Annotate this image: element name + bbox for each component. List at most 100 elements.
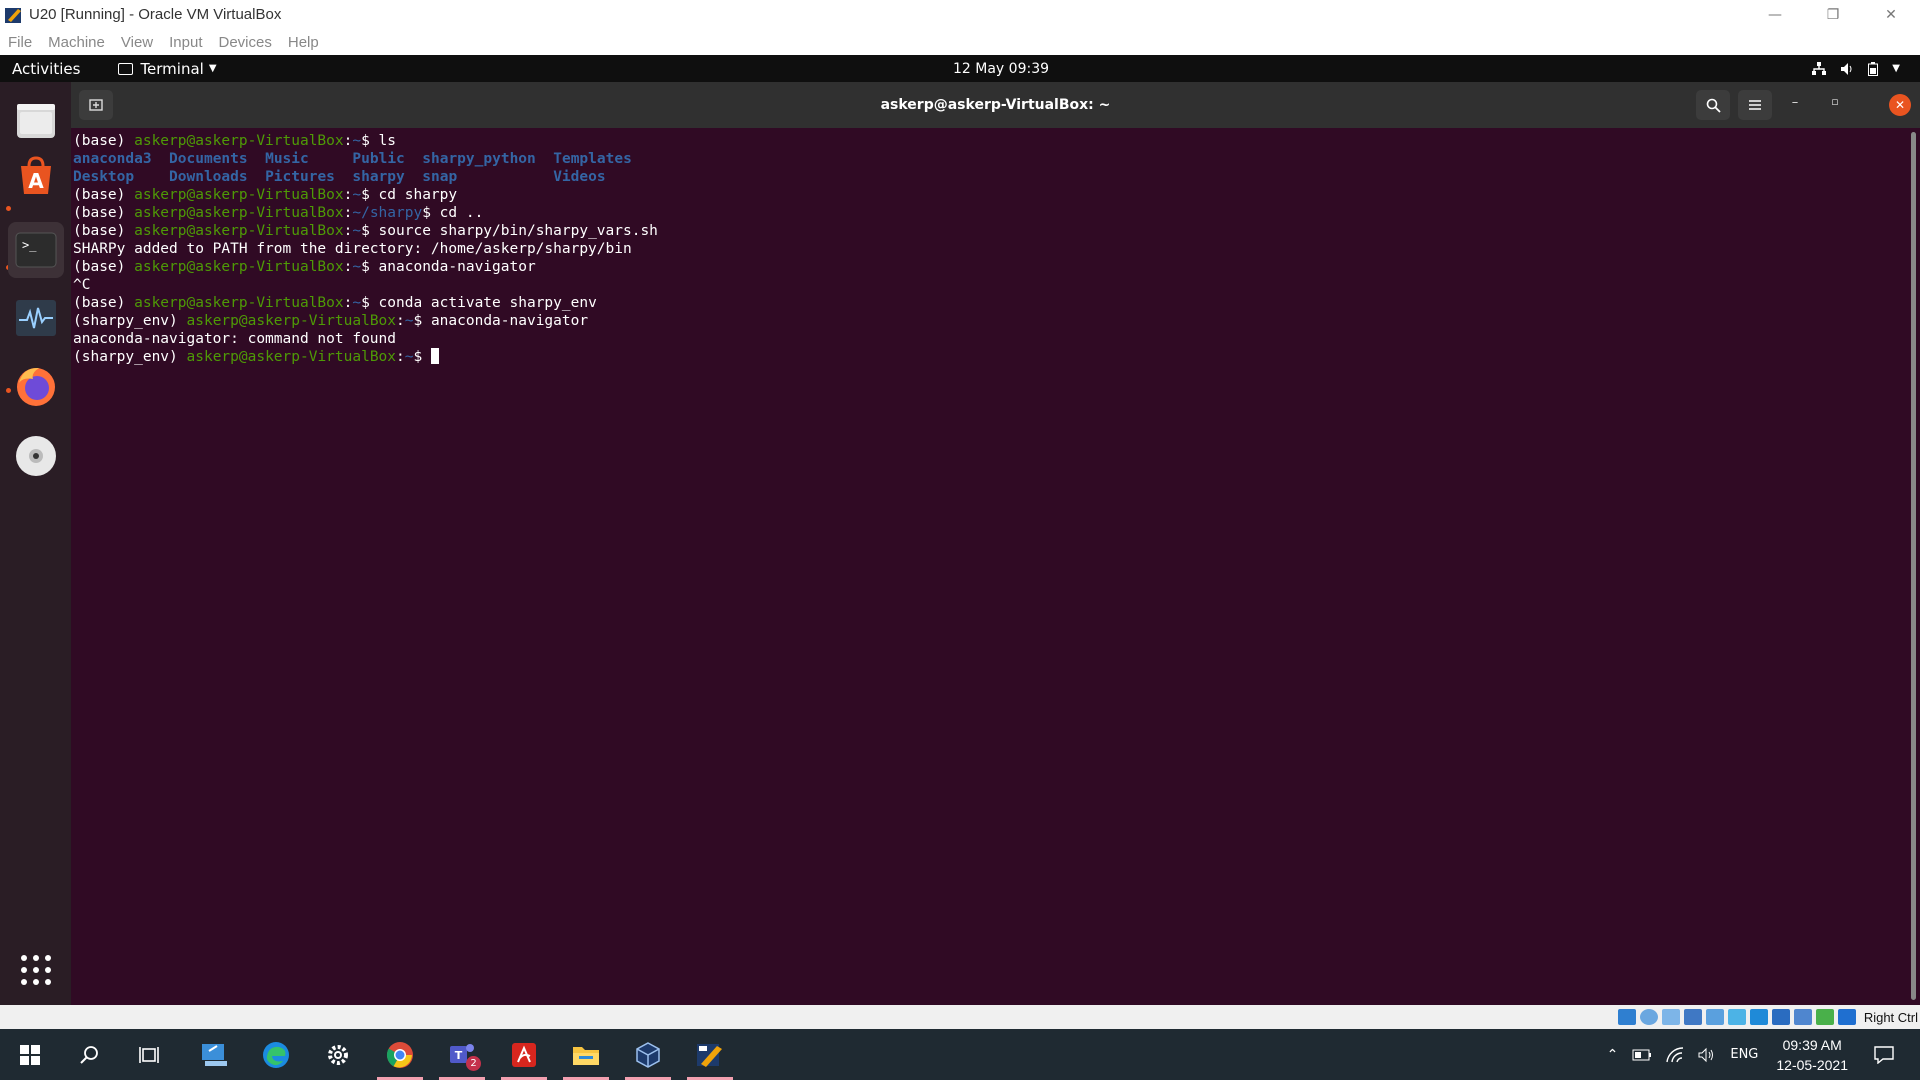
search-button[interactable] — [1696, 90, 1730, 120]
harddisk-status-icon[interactable] — [1617, 1009, 1636, 1025]
terminal-line: (base) askerp@askerp-VirtualBox:~$ cd sh… — [73, 186, 658, 204]
volume-icon[interactable] — [1698, 1047, 1716, 1063]
terminal-text-span: anaconda-navigator: command not found — [73, 331, 397, 347]
vt-x-status-icon[interactable] — [1793, 1009, 1812, 1025]
svg-text:>_: >_ — [22, 238, 37, 252]
windows-logo-icon — [20, 1044, 40, 1065]
menu-help[interactable]: Help — [288, 34, 319, 51]
terminal-line: (sharpy_env) askerp@askerp-VirtualBox:~$ — [73, 348, 658, 366]
close-button[interactable]: ✕ — [1862, 0, 1920, 29]
virtualbox-taskbar-app[interactable] — [622, 1029, 674, 1080]
taskbar-clock[interactable]: 09:39 AM 12-05-2021 — [1776, 1035, 1848, 1075]
virtualbox-cube-icon — [636, 1041, 660, 1068]
network-status-icon[interactable] — [1683, 1009, 1702, 1025]
terminal-text-span — [536, 151, 553, 167]
mouse-integration-status-icon[interactable] — [1815, 1009, 1834, 1025]
minimize-button[interactable]: — — [1746, 0, 1804, 29]
terminal-text-span: sharpy — [352, 169, 405, 185]
menu-file[interactable]: File — [8, 34, 32, 51]
search-taskbar-button[interactable] — [64, 1029, 116, 1080]
terminal-text-span: (base) — [73, 223, 135, 239]
terminal-text-span: ~ — [352, 259, 362, 275]
chrome-icon — [386, 1041, 413, 1068]
folder-icon — [573, 1046, 599, 1065]
search-icon — [1706, 98, 1721, 113]
vbox-statusbar: Right Ctrl — [0, 1005, 1920, 1029]
terminal-line: anaconda3 Documents Music Public sharpy_… — [73, 150, 658, 168]
clock[interactable]: 12 May 09:39 — [953, 61, 1049, 77]
restore-button[interactable]: ❐ — [1804, 0, 1862, 29]
terminal-text-span: ~ — [352, 223, 362, 239]
terminal-minimize-button[interactable]: – — [1785, 95, 1805, 110]
teams-notification-badge: 2 — [466, 1056, 481, 1071]
terminal-text-span — [335, 169, 352, 185]
dock-disc[interactable] — [8, 428, 64, 484]
menu-input[interactable]: Input — [169, 34, 202, 51]
chrome-taskbar-app[interactable] — [374, 1029, 426, 1080]
notifications-icon[interactable] — [1874, 1045, 1894, 1064]
dock-files[interactable] — [8, 92, 64, 148]
terminal-text-span: anaconda3 — [73, 151, 152, 167]
terminal-text-span: askerp@askerp-VirtualBox — [134, 133, 344, 149]
terminal-maximize-button[interactable]: ▫ — [1825, 95, 1845, 108]
show-hidden-icons-chevron-icon[interactable]: ⌃ — [1607, 1047, 1619, 1063]
task-view-icon — [139, 1046, 159, 1063]
dock-terminal[interactable]: >_ — [8, 222, 64, 278]
terminal-text-span: (sharpy_env) — [73, 349, 187, 365]
terminal-close-button[interactable]: ✕ — [1889, 94, 1911, 116]
wifi-icon[interactable] — [1666, 1046, 1684, 1063]
optical-drive-status-icon[interactable] — [1639, 1009, 1658, 1025]
acrobat-taskbar-app[interactable] — [498, 1029, 550, 1080]
terminal-text-span — [134, 169, 169, 185]
terminal-text-span: Templates — [553, 151, 632, 167]
host-key-label: Right Ctrl — [1863, 1009, 1918, 1025]
terminal-text-span: ~ — [352, 187, 362, 203]
svg-text:A: A — [28, 169, 44, 193]
terminal-line: Desktop Downloads Pictures sharpy snap V… — [73, 168, 658, 186]
system-menu[interactable]: ▼ — [1812, 61, 1900, 76]
usb-status-icon[interactable] — [1705, 1009, 1724, 1025]
terminal-text-span: (sharpy_env) — [73, 313, 187, 329]
virtualbox-vm-taskbar-app[interactable] — [684, 1029, 736, 1080]
file-explorer-taskbar-app[interactable] — [560, 1029, 612, 1080]
input-language[interactable]: ENG — [1730, 1047, 1758, 1062]
menu-view[interactable]: View — [121, 34, 153, 51]
terminal-text-span — [405, 151, 422, 167]
terminal-text-span: askerp@askerp-VirtualBox — [186, 349, 397, 365]
terminal-text-span: ~ — [352, 295, 362, 311]
app-menu[interactable]: Terminal ▼ — [118, 60, 217, 78]
display-status-icon[interactable] — [1749, 1009, 1768, 1025]
dock-system-monitor[interactable] — [8, 290, 64, 346]
terminal-text-span: $ cd sharpy — [361, 187, 458, 203]
menu-machine[interactable]: Machine — [48, 34, 105, 51]
show-applications-button[interactable] — [8, 942, 64, 998]
hamburger-menu-button[interactable] — [1738, 90, 1772, 120]
edge-taskbar-app[interactable] — [250, 1029, 302, 1080]
keyboard-capture-status-icon[interactable] — [1837, 1009, 1856, 1025]
disc-icon — [16, 436, 56, 476]
terminal-icon — [118, 62, 134, 75]
ubuntu-dock: A >_ — [0, 82, 71, 1005]
audio-status-icon[interactable] — [1661, 1009, 1680, 1025]
recording-status-icon[interactable] — [1771, 1009, 1790, 1025]
menu-devices[interactable]: Devices — [219, 34, 272, 51]
dock-firefox[interactable] — [8, 358, 64, 414]
terminal-text-span: askerp@askerp-VirtualBox — [134, 223, 344, 239]
shared-folders-status-icon[interactable] — [1727, 1009, 1746, 1025]
terminal-text-span: Public — [352, 151, 405, 167]
dock-ubuntu-software[interactable]: A — [8, 148, 64, 204]
terminal-text-span: askerp@askerp-VirtualBox — [134, 187, 344, 203]
svg-text:T: T — [455, 1049, 463, 1062]
terminal-line: anaconda-navigator: command not found — [73, 330, 658, 348]
activities-button[interactable]: Activities — [12, 60, 80, 78]
terminal-text-span — [248, 151, 265, 167]
teams-taskbar-app[interactable]: T 2 — [436, 1029, 488, 1080]
battery-icon[interactable] — [1632, 1049, 1652, 1061]
terminal-body[interactable]: (base) askerp@askerp-VirtualBox:~$ ls ana… — [71, 128, 1920, 1005]
terminal-text-span: ~/sharpy — [352, 205, 423, 221]
terminal-scrollbar[interactable] — [1911, 132, 1916, 1000]
start-button[interactable] — [4, 1029, 56, 1080]
task-view-button[interactable] — [124, 1029, 176, 1080]
settings-taskbar-app[interactable] — [312, 1029, 364, 1080]
vm-taskbar-app[interactable] — [188, 1029, 240, 1080]
